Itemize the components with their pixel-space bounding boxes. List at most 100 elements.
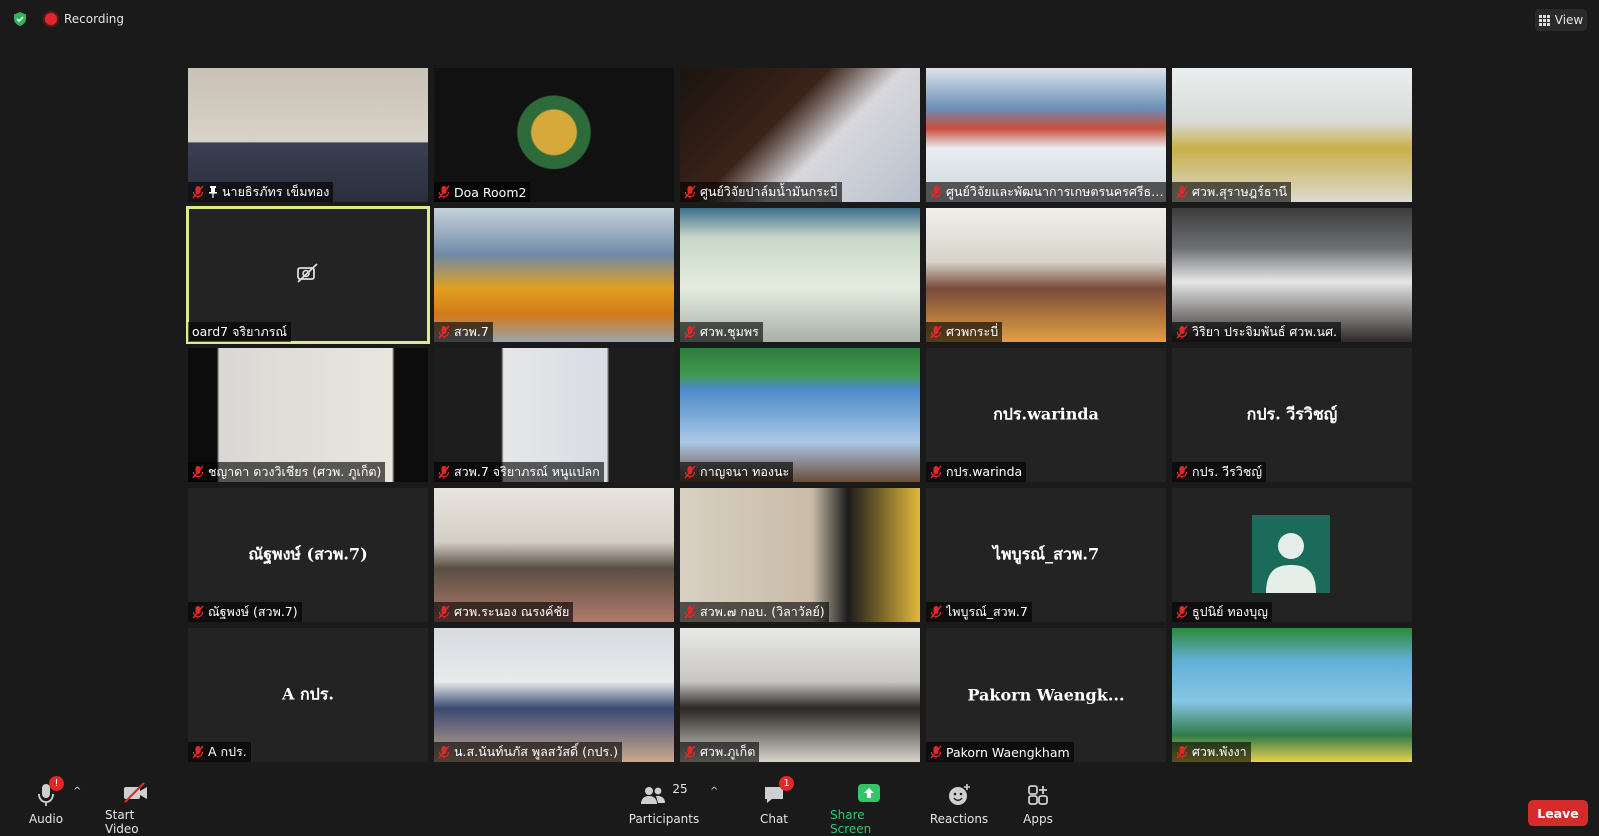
participant-name: A กปร. [208,744,247,759]
participant-name: ธูปนิย์ ทองบุญ [1192,604,1268,619]
mic-muted-icon [192,745,204,759]
participant-name-label: สวพ.๗ กอบ. (วิลาวัลย์) [680,602,829,622]
participant-tile[interactable]: สวพ.7 จริยาภรณ์ หนูแปลก [434,348,674,482]
participant-name: Doa Room2 [454,184,527,200]
participant-tile[interactable]: Doa Room2 [434,68,674,202]
participant-name: น.ส.นันท์นภัส พูลสวัสดิ์ (กปร.) [454,744,619,759]
participant-tile[interactable]: ศวพ.สุราษฎร์ธานี [1172,68,1412,202]
participant-name-label: ธูปนิย์ ทองบุญ [1172,602,1272,622]
reactions-button[interactable]: Reactions [927,776,991,836]
participant-tile[interactable]: ศวพ.ชุมพร [680,208,920,342]
chat-button[interactable]: 1 Chat [754,776,794,836]
default-avatar-icon [1252,515,1330,593]
participant-tile[interactable]: วิริยา ประจิมพันธ์ ศวพ.นศ. [1172,208,1412,342]
participant-name: วิริยา ประจิมพันธ์ ศวพ.นศ. [1192,324,1337,339]
participant-tile[interactable]: สวพ.7 [434,208,674,342]
participant-display-name: กปร.warinda [993,404,1099,424]
participant-name: สวพ.๗ กอบ. (วิลาวัลย์) [700,604,825,619]
participant-tile[interactable]: A กปร. A กปร. [188,628,428,762]
recording-label: Recording [64,12,125,26]
participant-name-label: สวพ.7 จริยาภรณ์ หนูแปลก [434,462,604,482]
mic-muted-icon [930,185,942,199]
participant-name-label: กปร.warinda [926,462,1027,482]
top-bar: Recording View [0,0,1599,38]
mic-muted-icon [1176,185,1188,199]
participant-name-label: ศวพกระบี่ [926,322,1003,342]
participant-name-label: Doa Room2 [434,182,531,202]
participant-name: ศวพ.สุราษฎร์ธานี [1192,184,1288,199]
participant-tile[interactable]: ชญาดา ดวงวิเชียร (ศวพ. ภูเก็ต) [188,348,428,482]
apps-button[interactable]: Apps [1018,776,1058,836]
participant-name: ศวพ.พังงา [1192,744,1247,759]
mic-muted-icon [930,325,942,339]
participant-tile[interactable]: กปร. วีรวิชญ์ กปร. วีรวิชญ์ [1172,348,1412,482]
participants-count: 25 [672,782,688,796]
apps-icon [1028,785,1048,805]
participant-tile[interactable]: ไพบูรณ์_สวพ.7 ไพบูรณ์_สวพ.7 [926,488,1166,622]
recording-indicator[interactable]: Recording [45,10,124,28]
participant-tile[interactable]: ศวพ.ระนอง ณรงค์ชัย [434,488,674,622]
pin-icon [209,186,217,198]
video-gallery: นายธิรภัทร เข็มทอง Doa Room2 ศูนย์วิจัยปาล… [186,68,1412,768]
participant-name-label: ศวพ.สุราษฎร์ธานี [1172,182,1292,202]
chat-label: Chat [759,812,789,826]
participant-name: สวพ.7 [454,324,489,339]
participants-icon [641,787,666,804]
participant-tile[interactable]: oard7 จริยาภรณ์ [186,206,430,344]
participant-tile[interactable]: น.ส.นันท์นภัส พูลสวัสดิ์ (กปร.) [434,628,674,762]
participant-display-name: Pakorn Waengk... [967,685,1125,705]
participant-name-label: น.ส.นันท์นภัส พูลสวัสดิ์ (กปร.) [434,742,623,762]
participant-tile[interactable]: ณัฐพงษ์ (สวพ.7) ณัฐพงษ์ (สวพ.7) [188,488,428,622]
participant-name-label: ชญาดา ดวงวิเชียร (ศวพ. ภูเก็ต) [188,462,386,482]
participant-name-label: ศวพ.ชุมพร [680,322,763,342]
security-shield-icon[interactable] [12,11,28,27]
participant-tile[interactable]: ศวพกระบี่ [926,208,1166,342]
participant-tile[interactable]: ศวพ.ภูเก็ต [680,628,920,762]
participant-name: ชญาดา ดวงวิเชียร (ศวพ. ภูเก็ต) [208,464,382,479]
participant-tile[interactable]: ศูนย์วิจัยปาล์มน้ำมันกระบี่ [680,68,920,202]
mic-muted-icon [1176,325,1188,339]
participants-options-caret-icon[interactable]: ^ [710,786,718,797]
mic-muted-icon [192,185,204,199]
participant-tile[interactable]: นายธิรภัทร เข็มทอง [188,68,428,202]
camera-off-icon [296,263,320,287]
participant-tile[interactable]: กปร.warinda กปร.warinda [926,348,1166,482]
view-button[interactable]: View [1535,9,1587,31]
mic-muted-icon [438,325,450,339]
share-screen-button[interactable]: Share Screen [830,776,908,836]
participant-name: กปร. วีรวิชญ์ [1192,464,1263,479]
mic-muted-icon [1176,465,1188,479]
share-screen-icon [858,784,880,802]
mic-muted-icon [684,325,696,339]
mic-muted-icon [684,605,696,619]
participant-name-label: ศูนย์วิจัยปาล์มน้ำมันกระบี่ [680,182,842,202]
participant-name-label: สวพ.7 [434,322,493,342]
video-off-icon [124,782,147,803]
participant-display-name: กปร. วีรวิชญ์ [1246,404,1338,424]
participant-tile[interactable]: กาญจนา ทองนะ [680,348,920,482]
apps-label: Apps [1023,812,1053,826]
participant-display-name: ณัฐพงษ์ (สวพ.7) [248,544,368,564]
participant-tile[interactable]: สวพ.๗ กอบ. (วิลาวัลย์) [680,488,920,622]
participant-tile[interactable]: ศวพ.พังงา [1172,628,1412,762]
participant-name-label: oard7 จริยาภรณ์ [188,322,292,342]
start-video-button[interactable]: Start Video [105,776,167,836]
mic-muted-icon [684,185,696,199]
participant-name: สวพ.7 จริยาภรณ์ หนูแปลก [454,464,600,479]
participant-name: ณัฐพงษ์ (สวพ.7) [208,604,298,619]
participant-name-label: ศวพ.ภูเก็ต [680,742,760,762]
audio-button[interactable]: ! Audio [26,776,66,836]
mic-muted-icon [192,605,204,619]
participants-label: Participants [628,812,700,826]
participant-name-label: นายธิรภัทร เข็มทอง [188,182,334,202]
participant-tile[interactable]: ศูนย์วิจัยและพัฒนาการเกษตรนครศรีธรร... [926,68,1166,202]
mic-muted-icon [1176,745,1188,759]
participants-button[interactable]: 25 Participants [628,776,700,836]
participant-tile[interactable]: ธูปนิย์ ทองบุญ [1172,488,1412,622]
audio-options-caret-icon[interactable]: ^ [73,786,81,797]
participant-tile[interactable]: Pakorn Waengk... Pakorn Waengkham [926,628,1166,762]
participant-name-label: กาญจนา ทองนะ [680,462,794,482]
participant-name-label: ศวพ.พังงา [1172,742,1251,762]
participant-name: นายธิรภัทร เข็มทอง [222,184,330,199]
leave-button[interactable]: Leave [1528,800,1588,826]
